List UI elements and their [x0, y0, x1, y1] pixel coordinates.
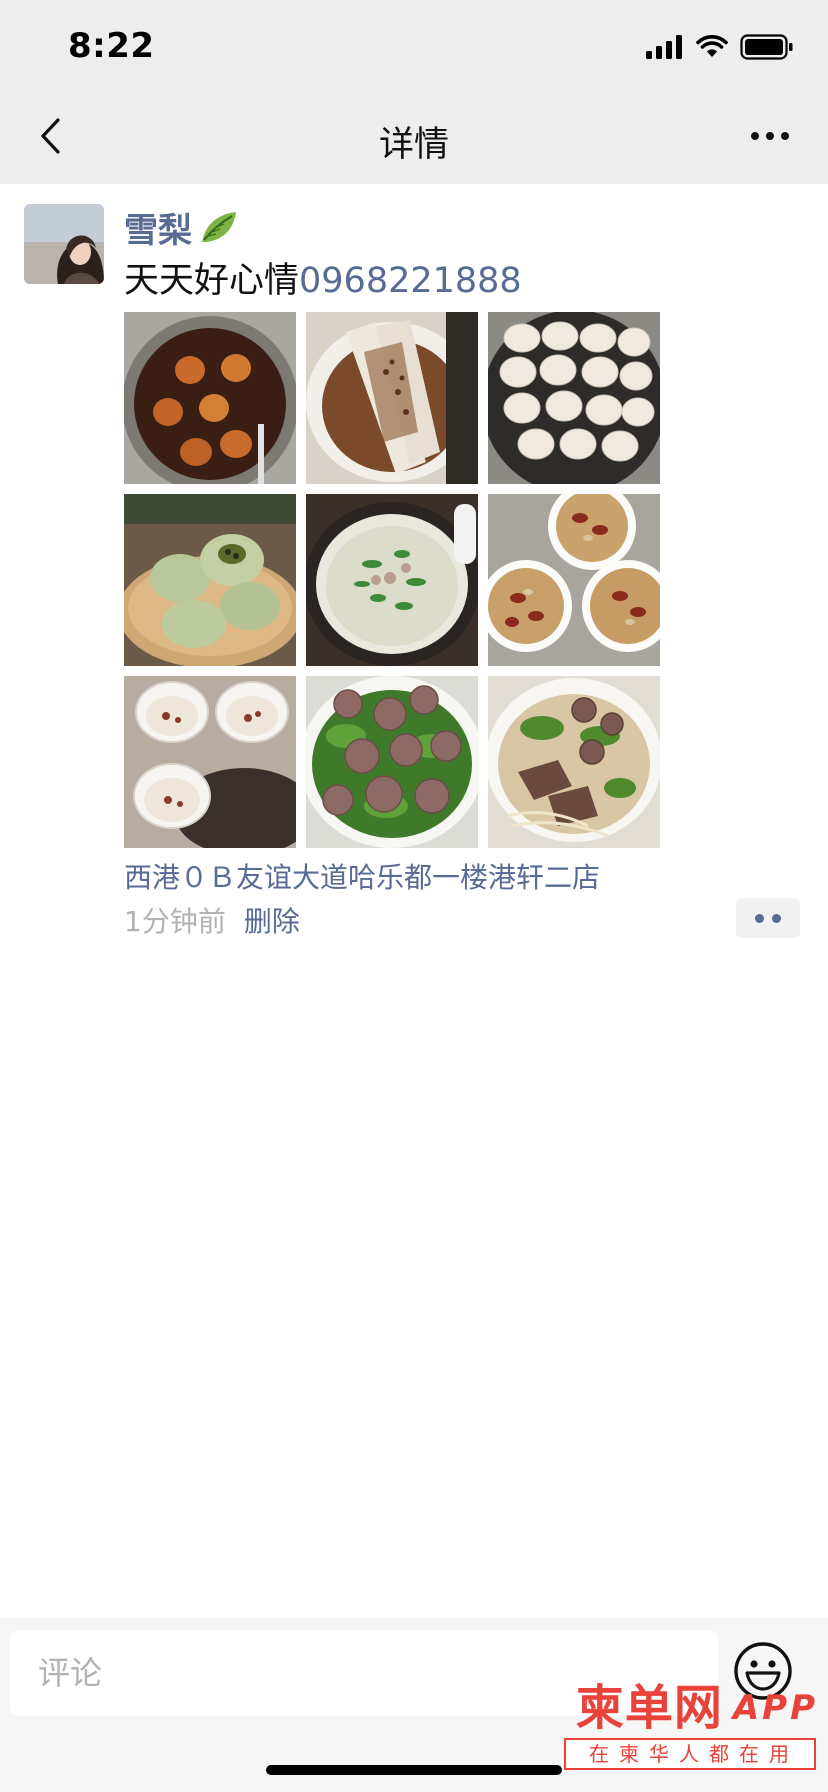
- photo-congee[interactable]: [306, 494, 478, 666]
- watermark-logo: 柬单网 APP 在柬华人都在用: [564, 1682, 820, 1774]
- location-link[interactable]: 西港０Ｂ友谊大道哈乐都一楼港轩二店: [124, 856, 600, 896]
- phone-link[interactable]: 0968221888: [299, 261, 522, 301]
- watermark-brand: 柬单网: [575, 1680, 723, 1736]
- avatar[interactable]: [24, 204, 104, 284]
- more-button[interactable]: [740, 110, 800, 162]
- more-icon: [751, 132, 789, 140]
- status-time: 8:22: [68, 26, 155, 66]
- photo-date-soup[interactable]: [488, 494, 660, 666]
- status-bar: 8:22: [0, 0, 828, 88]
- nav-bar: 详情: [0, 88, 828, 184]
- photo-beef-noodles[interactable]: [488, 676, 660, 848]
- leaf-emoji-icon: [202, 212, 236, 242]
- author-row: 雪梨: [124, 203, 238, 252]
- post-content: 天天好心情0968221888: [124, 252, 522, 303]
- like-comment-button[interactable]: [736, 898, 800, 938]
- photo-rice-noodle-rolls[interactable]: [306, 312, 478, 484]
- post-meta: 1分钟前 删除: [124, 900, 300, 940]
- post-text: 天天好心情: [124, 261, 300, 301]
- post-time: 1分钟前: [124, 905, 226, 938]
- dot-icon: [772, 913, 781, 923]
- photo-wontons[interactable]: [488, 312, 660, 484]
- dot-icon: [755, 913, 764, 923]
- author-name[interactable]: 雪梨: [124, 203, 192, 252]
- signal-icon: [646, 35, 682, 59]
- photo-braised-eggs[interactable]: [124, 312, 296, 484]
- page-title: 详情: [378, 125, 449, 165]
- wifi-icon: [696, 35, 728, 57]
- watermark-slogan: 在柬华人都在用: [564, 1738, 816, 1770]
- watermark-app: APP: [732, 1688, 818, 1728]
- delete-button[interactable]: 删除: [244, 900, 300, 940]
- photo-meatball-soup[interactable]: [306, 676, 478, 848]
- battery-icon: [740, 34, 793, 60]
- photo-grid: [124, 312, 660, 848]
- photo-steamed-buns[interactable]: [124, 494, 296, 666]
- photo-dessert-cups[interactable]: [124, 676, 296, 848]
- home-indicator: [266, 1765, 562, 1775]
- status-icons: [646, 34, 794, 60]
